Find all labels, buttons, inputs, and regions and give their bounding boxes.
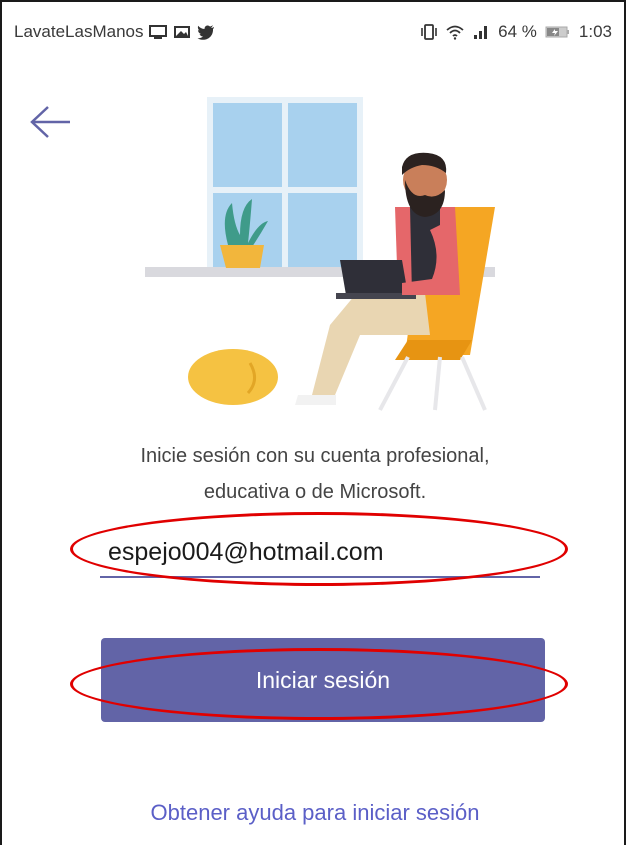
image-icon <box>174 26 191 38</box>
vibrate-icon <box>421 24 437 40</box>
help-sign-in-link[interactable]: Obtener ayuda para iniciar sesión <box>0 800 630 826</box>
clock: 1:03 <box>578 22 612 41</box>
signal-icon <box>474 26 488 39</box>
status-bar: LavateLasManos 64 % 1:03 <box>0 0 630 64</box>
sign-in-illustration <box>145 97 495 411</box>
status-left: LavateLasManos <box>14 22 215 42</box>
battery-percent: 64 % <box>498 22 537 41</box>
wifi-icon <box>446 25 464 40</box>
battery-icon <box>545 26 569 38</box>
monitor-icon <box>149 25 168 39</box>
sign-in-instructions: Inicie sesión con su cuenta profesional,… <box>60 438 570 510</box>
sign-in-button[interactable]: Iniciar sesión <box>101 638 545 722</box>
email-field[interactable] <box>100 528 540 578</box>
intro-line-2: educativa o de Microsoft. <box>203 481 427 503</box>
status-right: 64 % 1:03 <box>420 22 612 42</box>
notification-app-name: LavateLasManos <box>14 22 144 41</box>
arrow-left-icon[interactable] <box>28 102 74 142</box>
intro-line-1: Inicie sesión con su cuenta profesional, <box>140 445 490 467</box>
twitter-icon <box>197 25 215 40</box>
